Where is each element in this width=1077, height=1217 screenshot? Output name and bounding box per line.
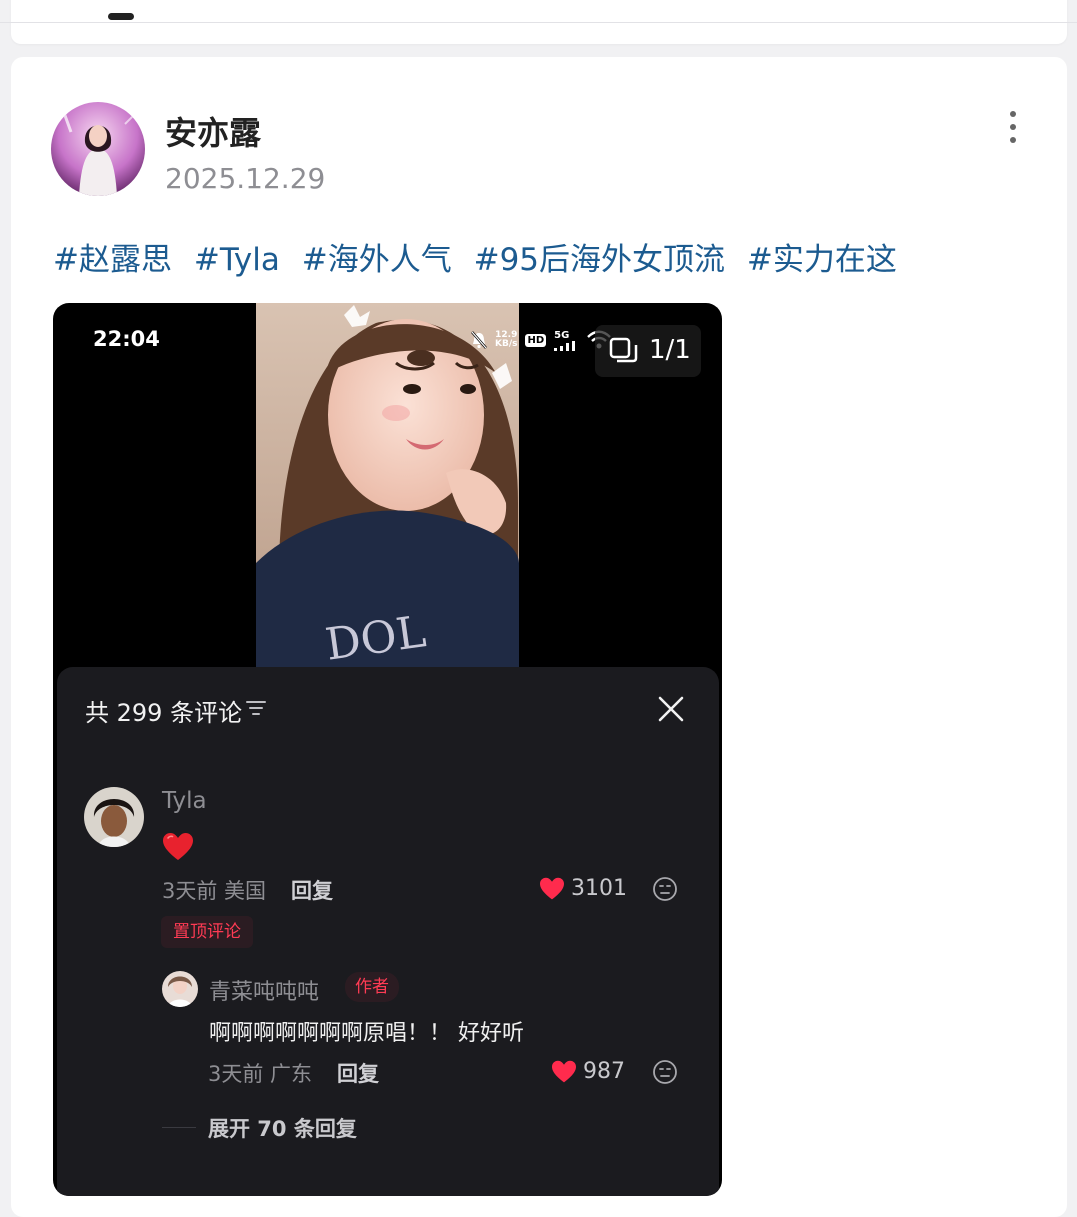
top-strip: [0, 0, 1077, 46]
reply-time-location: 3天前 广东: [208, 1062, 313, 1086]
pinned-comment-badge: 置顶评论: [161, 916, 253, 948]
comment-panel: 共 299 条评论: [57, 667, 719, 1196]
hashtag-list: #赵露思 #Tyla #海外人气 #95后海外女顶流 #实力在这: [53, 234, 909, 279]
close-icon[interactable]: [657, 695, 685, 723]
author-name[interactable]: 安亦露: [165, 108, 261, 154]
video-frame: DOL: [256, 303, 519, 667]
reply-text: 啊啊啊啊啊啊啊原唱！！ 好好听: [209, 1021, 524, 1046]
hashtag[interactable]: #95后海外女顶流: [474, 242, 725, 278]
like-count: 987: [583, 1059, 625, 1084]
divider: [0, 22, 1077, 23]
status-bar-icons: 12.9 KB/s HD 5G: [471, 327, 612, 353]
author-badge: 作者: [345, 972, 399, 1002]
network-speed: 12.9 KB/s: [495, 330, 518, 349]
hd-badge: HD: [525, 333, 547, 347]
like-heart-icon: [540, 877, 564, 899]
hashtag[interactable]: #实力在这: [747, 242, 897, 278]
comment-count-title: 共 299 条评论: [85, 699, 243, 727]
dislike-face-icon[interactable]: [652, 1059, 678, 1085]
expand-replies-button[interactable]: 展开 70 条回复: [208, 1113, 357, 1143]
signal-icon: 5G: [554, 330, 578, 351]
page-counter: 1/1: [595, 325, 701, 377]
commenter-name[interactable]: Tyla: [162, 788, 207, 814]
like-heart-icon: [552, 1060, 576, 1082]
expand-divider: [162, 1127, 196, 1128]
signal-bars-icon: [554, 340, 576, 351]
reply-avatar[interactable]: [162, 971, 198, 1007]
more-dot-icon: [1010, 124, 1016, 130]
reply-button[interactable]: 回复: [337, 1058, 379, 1088]
like-button[interactable]: 987: [551, 1059, 625, 1084]
comment-time-location: 3天前 美国: [162, 879, 267, 903]
sort-filter-icon[interactable]: [245, 699, 267, 717]
more-dot-icon: [1010, 137, 1016, 143]
dislike-face-icon[interactable]: [652, 876, 678, 902]
mute-bell-icon: [471, 331, 487, 349]
more-dot-icon: [1010, 111, 1016, 117]
more-options-button[interactable]: [996, 104, 1030, 150]
post-date: 2025.12.29: [165, 162, 326, 195]
reply-button[interactable]: 回复: [291, 875, 333, 905]
gallery-icon: [609, 337, 638, 363]
hashtag[interactable]: #Tyla: [194, 242, 280, 278]
reply-author-name[interactable]: 青菜吨吨吨: [209, 974, 319, 1006]
hashtag[interactable]: #海外人气: [302, 242, 452, 278]
drag-handle[interactable]: [108, 13, 134, 20]
red-heart-icon: [163, 833, 193, 860]
like-button[interactable]: 3101: [539, 876, 627, 901]
like-count: 3101: [571, 876, 627, 901]
status-bar-time: 22:04: [93, 327, 160, 351]
author-avatar[interactable]: [51, 102, 145, 196]
hashtag[interactable]: #赵露思: [53, 242, 172, 278]
commenter-avatar[interactable]: [84, 787, 144, 847]
